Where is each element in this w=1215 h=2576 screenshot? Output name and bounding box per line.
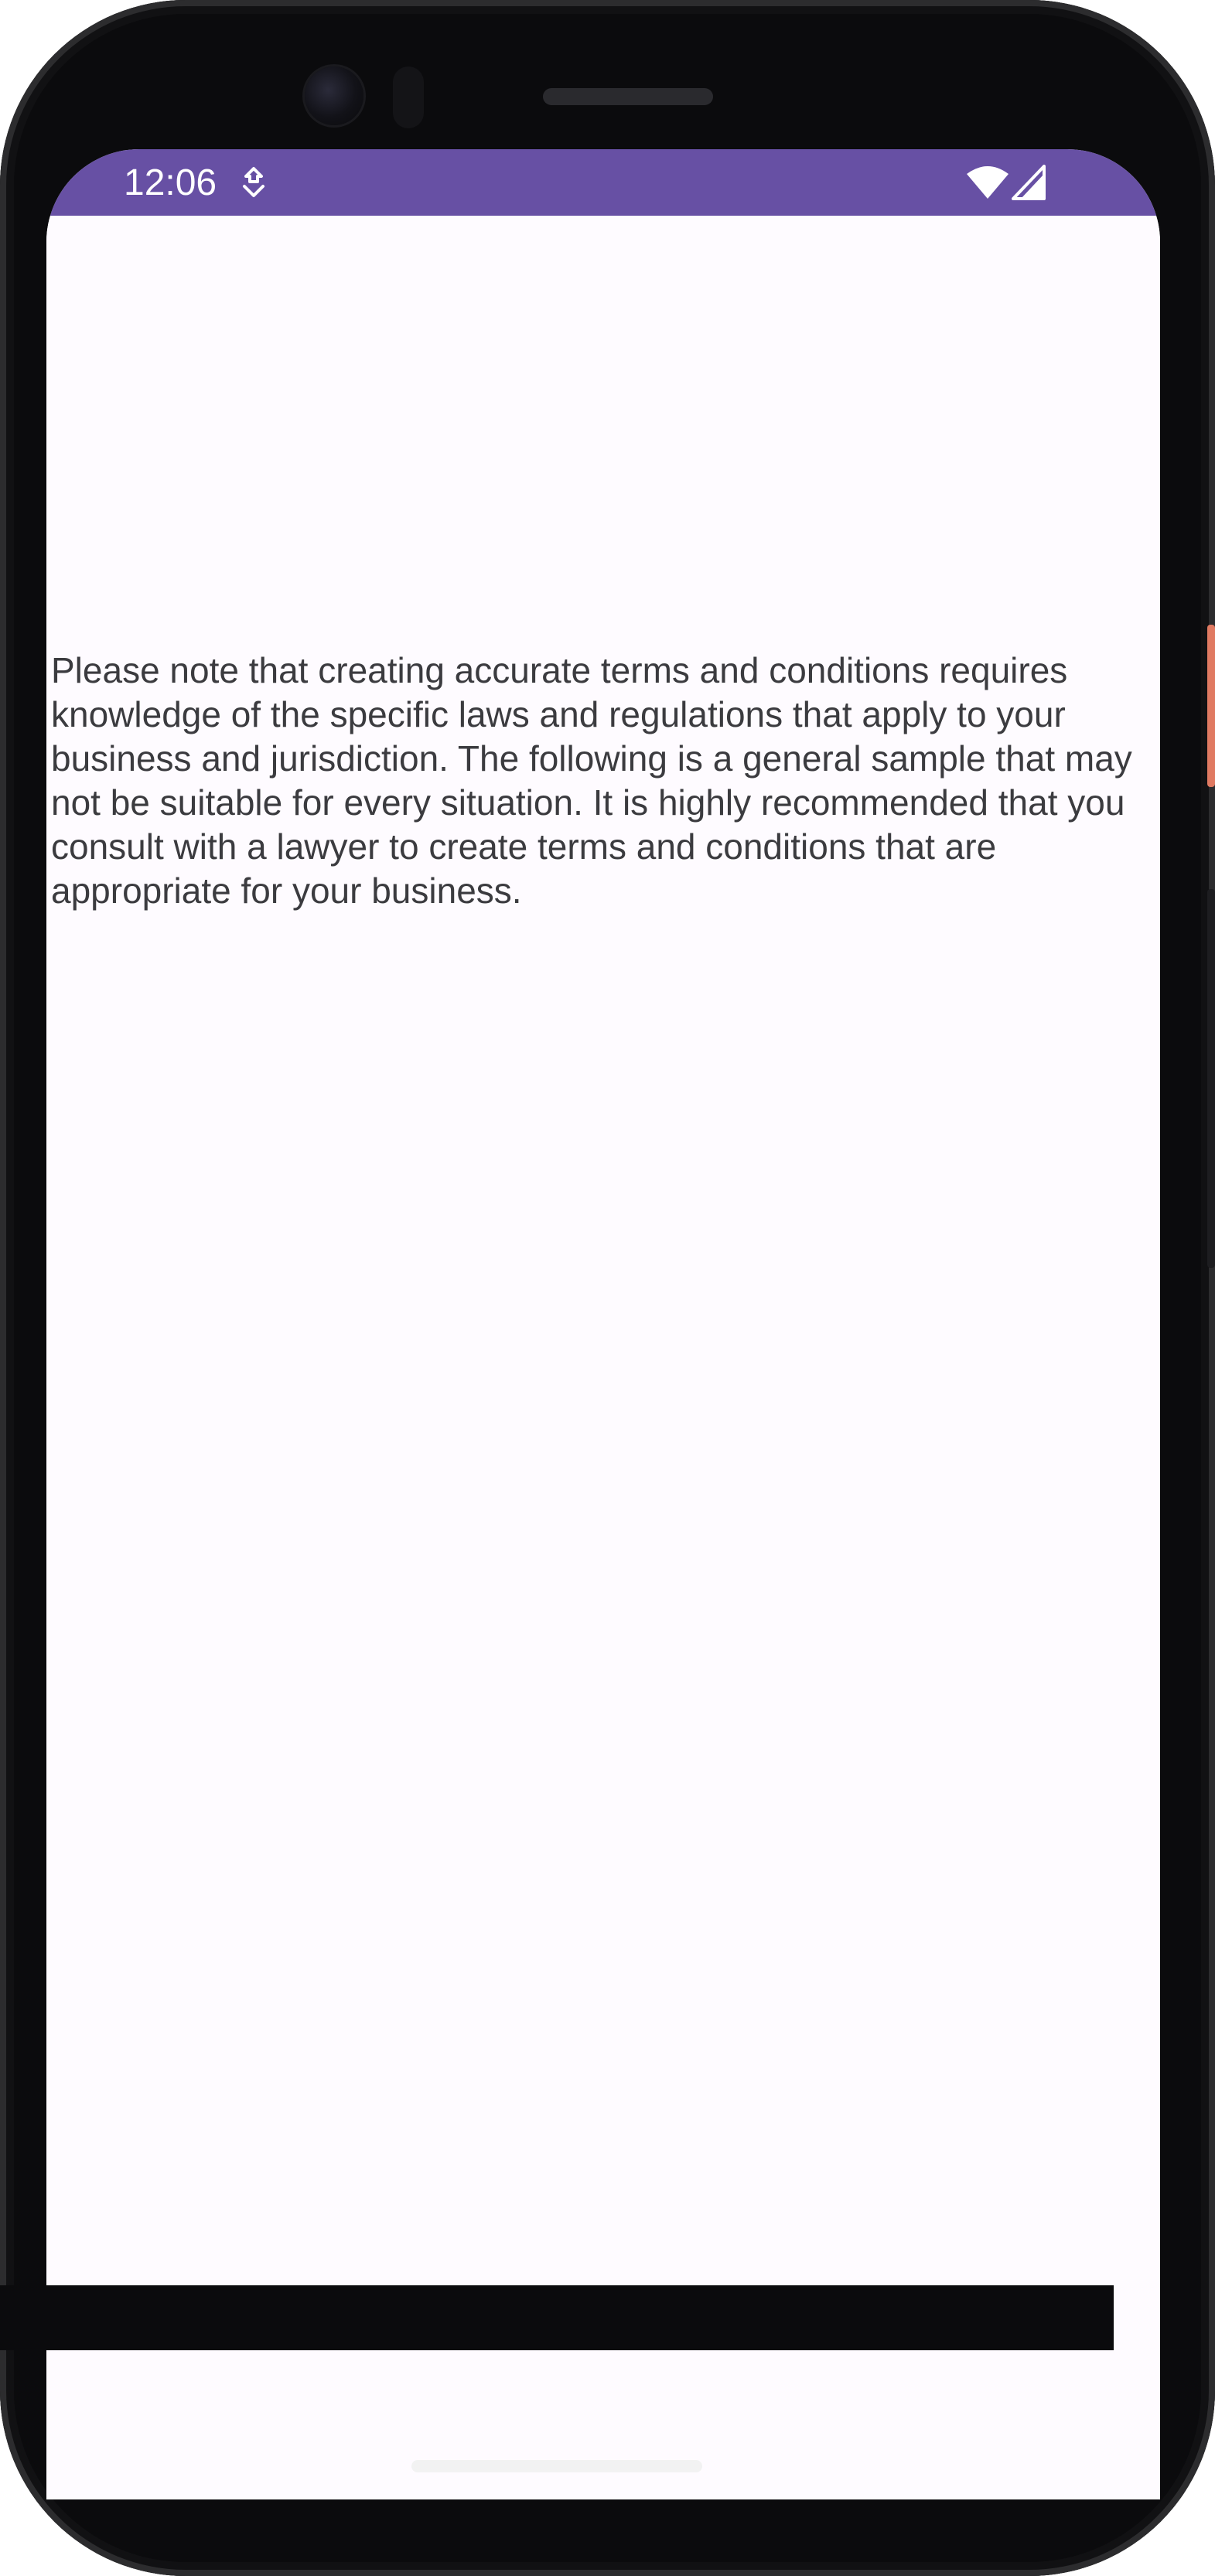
app-content: Please note that creating accurate terms… [46, 216, 1160, 2435]
device-screen: 12:06 Please note that creating accurate… [46, 149, 1160, 2499]
front-camera [305, 66, 363, 125]
terms-disclaimer-text: Please note that creating accurate terms… [51, 650, 1132, 911]
navigation-bar-area [0, 2285, 1114, 2350]
download-notification-icon [243, 167, 265, 197]
phone-frame: 12:06 Please note that creating accurate… [0, 0, 1215, 2576]
status-bar: 12:06 [46, 149, 1160, 216]
volume-button [1207, 889, 1215, 1268]
wifi-icon [967, 166, 1009, 199]
proximity-sensor [393, 66, 424, 128]
home-gesture-handle[interactable] [411, 2460, 702, 2472]
cell-signal-icon [1012, 165, 1046, 200]
status-time: 12:06 [124, 162, 217, 203]
power-button [1207, 625, 1215, 787]
earpiece-speaker [543, 88, 713, 105]
